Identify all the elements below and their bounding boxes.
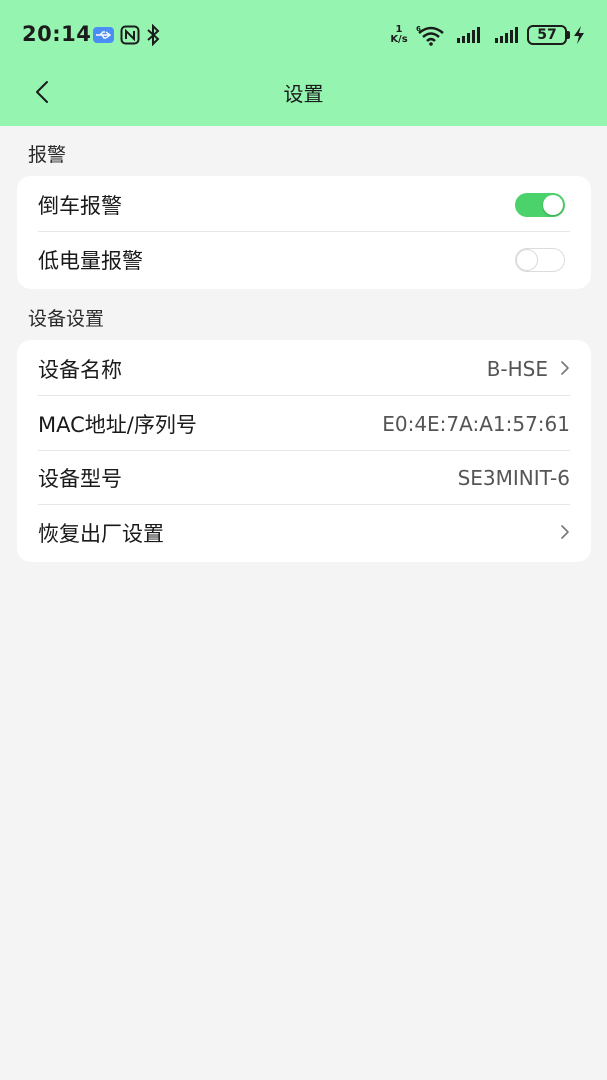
row-device-model: 设备型号 SE3MINIT-6 — [38, 451, 570, 505]
row-mac-serial: MAC地址/序列号 E0:4E:7A:A1:57:61 — [38, 397, 570, 451]
device-settings-card: 设备名称 B-HSE MAC地址/序列号 E0:4E:7A:A1:57:61 设… — [17, 340, 591, 562]
row-factory-reset[interactable]: 恢复出厂设置 — [38, 506, 570, 560]
chevron-right-icon — [560, 357, 570, 381]
section-label-alarm: 报警 — [28, 144, 67, 166]
charging-icon — [573, 26, 585, 48]
status-time: 20:14 — [22, 22, 92, 46]
low-battery-alarm-toggle[interactable] — [515, 248, 565, 272]
battery-icon: 57 — [527, 25, 567, 45]
device-model-value: SE3MINIT-6 — [457, 466, 570, 490]
reverse-alarm-toggle[interactable] — [515, 193, 565, 217]
row-low-battery-alarm: 低电量报警 — [38, 233, 570, 287]
row-label: 倒车报警 — [38, 194, 122, 218]
wifi-icon: 6 — [416, 24, 446, 50]
bluetooth-icon — [146, 23, 160, 50]
alarm-card: 倒车报警 低电量报警 — [17, 176, 591, 289]
toggle-knob — [543, 195, 563, 215]
signal-icon — [456, 26, 484, 48]
battery-tip — [567, 31, 570, 39]
row-value-wrap — [548, 521, 570, 545]
app-header: 20:14 1 K/s 6 57 设置 — [0, 0, 607, 126]
row-label: 低电量报警 — [38, 249, 143, 273]
section-label-device-settings: 设备设置 — [28, 308, 105, 330]
toggle-knob — [517, 250, 537, 270]
row-device-name[interactable]: 设备名称 B-HSE — [38, 342, 570, 396]
row-label: 设备名称 — [38, 358, 122, 382]
row-label: 恢复出厂设置 — [38, 522, 164, 546]
row-label: 设备型号 — [38, 467, 122, 491]
chevron-right-icon — [560, 521, 570, 545]
status-bar: 20:14 1 K/s 6 57 — [0, 0, 607, 70]
nfc-icon — [120, 25, 140, 49]
row-reverse-alarm: 倒车报警 — [38, 178, 570, 232]
usb-icon — [93, 27, 114, 43]
mac-serial-value: E0:4E:7A:A1:57:61 — [382, 412, 570, 436]
row-value-wrap: B-HSE — [487, 357, 570, 381]
svg-text:6: 6 — [416, 25, 421, 33]
row-label: MAC地址/序列号 — [38, 413, 197, 437]
signal-icon — [494, 26, 522, 48]
device-name-value: B-HSE — [486, 357, 548, 381]
network-speed: 1 K/s — [390, 24, 408, 45]
page-title: 设置 — [283, 82, 324, 106]
